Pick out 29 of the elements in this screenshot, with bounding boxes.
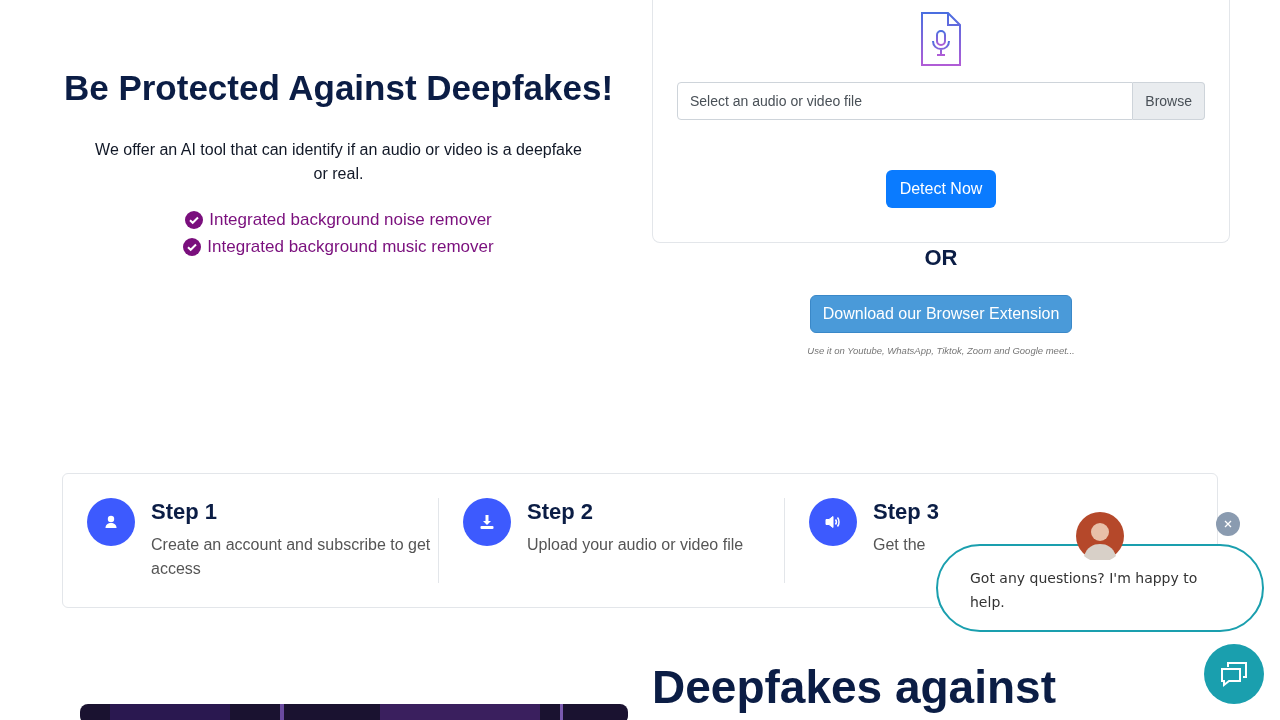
audio-file-icon <box>921 12 961 66</box>
section-title: Deepfakes against <box>652 660 1056 715</box>
step-text: Create an account and subscribe to get access <box>151 535 432 579</box>
check-circle-icon <box>185 210 204 229</box>
chat-icon <box>1219 660 1249 688</box>
step-title: Step 1 <box>151 499 219 525</box>
download-icon <box>479 514 495 530</box>
user-icon <box>103 514 119 530</box>
step-title: Step 2 <box>527 499 595 525</box>
feature-text: Integrated background music remover <box>207 236 494 258</box>
avatar <box>1076 512 1124 560</box>
extension-note: Use it on Youtube, WhatsApp, Tiktok, Zoom and Google meet... <box>807 345 1075 356</box>
chat-message-bubble: Got any questions? I'm happy to help. <box>936 544 1264 632</box>
step-text: Get the <box>873 535 927 555</box>
detect-now-button[interactable]: Detect Now <box>885 170 997 208</box>
file-field[interactable]: Select an audio or video file <box>677 82 1134 120</box>
check-circle-icon <box>183 237 202 256</box>
speaker-icon <box>824 514 842 530</box>
or-separator: OR <box>924 245 958 271</box>
close-button[interactable] <box>1216 512 1240 536</box>
download-extension-button[interactable]: Download our Browser Extension <box>809 295 1073 333</box>
step-title: Step 3 <box>873 499 940 525</box>
browse-button[interactable]: Browse <box>1133 82 1205 120</box>
chat-button[interactable] <box>1204 644 1264 704</box>
hero-title: Be Protected Against Deepfakes! <box>63 68 614 108</box>
close-icon <box>1224 520 1232 528</box>
step-text: Upload your audio or video file <box>527 535 744 555</box>
feature-text: Integrated background noise remover <box>209 209 492 231</box>
hero-description: We offer an AI tool that can identify if an audio or video is a deepfake or real. <box>94 140 583 184</box>
